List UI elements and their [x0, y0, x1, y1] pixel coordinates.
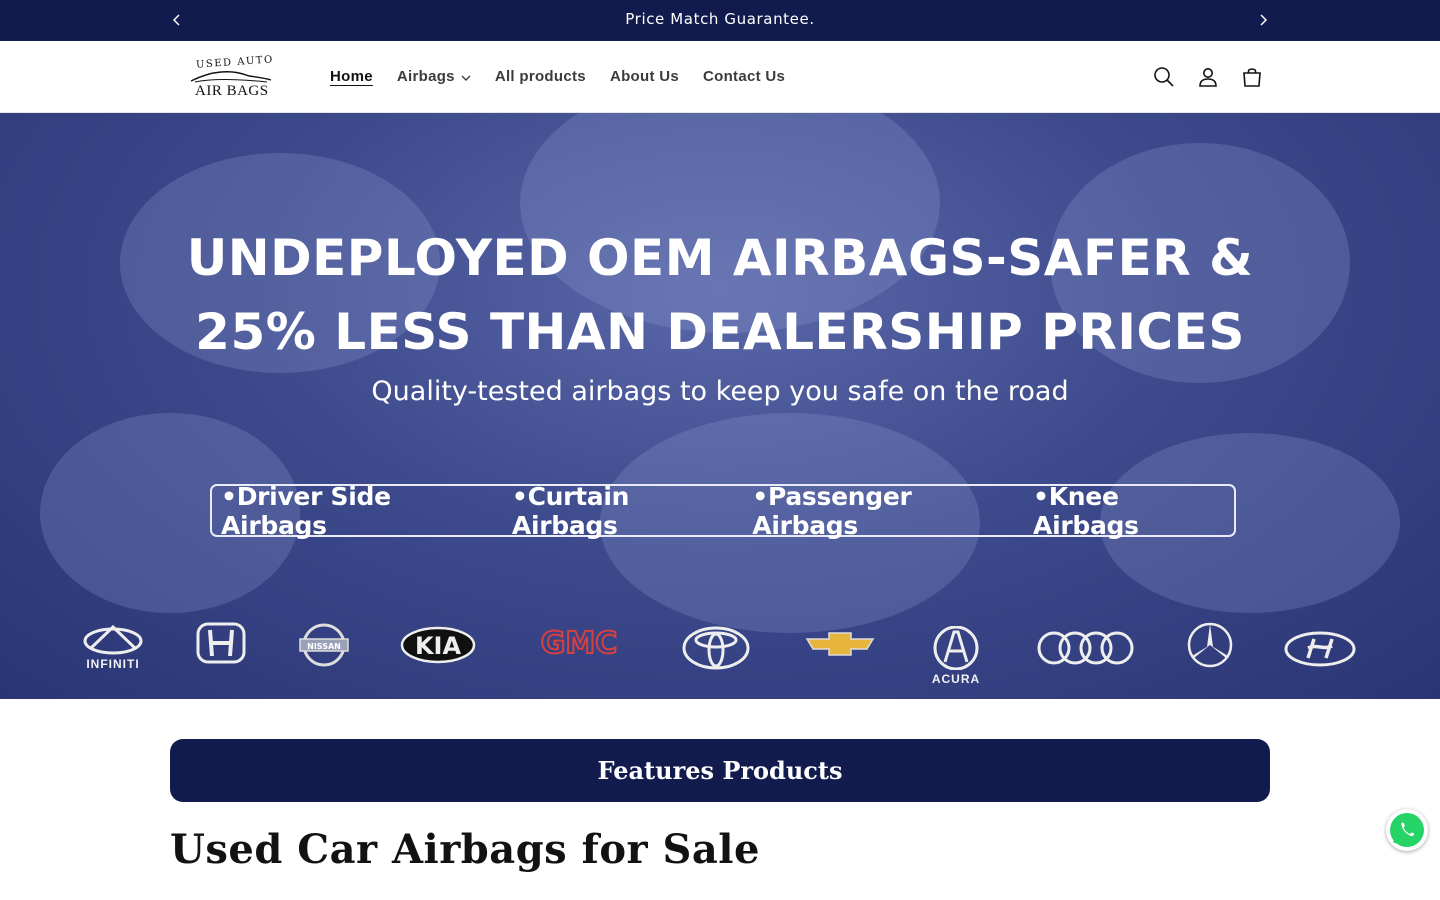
nissan-logo: NISSAN	[299, 623, 349, 667]
kia-logo: KIA	[400, 626, 476, 664]
nav-item-home[interactable]: Home	[330, 68, 373, 85]
mercedes-logo	[1186, 621, 1234, 669]
honda-logo	[196, 622, 246, 664]
category-knee: •Knee Airbags	[1033, 481, 1139, 540]
search-icon[interactable]	[1152, 65, 1176, 89]
nav-item-all-products[interactable]: All products	[495, 68, 586, 85]
nav-label: Contact Us	[703, 68, 786, 85]
nav-item-contact-us[interactable]: Contact Us	[703, 68, 785, 85]
announcement-bar: Price Match Guarantee.	[0, 0, 1440, 41]
logo-bottom-text: AIR BAGS	[195, 83, 269, 99]
airbag-categories: •Driver Side Airbags •Curtain Airbags •P…	[210, 481, 1236, 540]
audi-logo	[1036, 630, 1136, 666]
category-driver-side: •Driver Side Airbags	[221, 481, 391, 540]
site-header: USED AUTO AIR BAGS Home Airbags All prod…	[0, 41, 1440, 113]
hyundai-logo	[1284, 630, 1356, 668]
whatsapp-icon	[1390, 813, 1424, 847]
hero-headline-line1: UNDEPLOYED OEM AIRBAGS-SAFER &	[186, 229, 1254, 287]
chevrolet-logo	[805, 631, 875, 657]
header-icons	[1152, 65, 1284, 89]
hero-headline-line2: 25% LESS THAN DEALERSHIP PRICES	[195, 303, 1245, 361]
svg-text:NISSAN: NISSAN	[307, 642, 341, 651]
toyota-logo	[682, 626, 750, 670]
nav-label: Airbags	[396, 68, 455, 85]
hero-subheadline: Quality-tested airbags to keep you safe …	[371, 376, 1069, 407]
car-silhouette-icon	[190, 71, 272, 83]
chevron-right-icon[interactable]	[1254, 11, 1272, 29]
infiniti-logo: INFINITI	[82, 623, 144, 671]
site-logo[interactable]: USED AUTO AIR BAGS	[186, 54, 276, 101]
cart-icon[interactable]	[1240, 65, 1264, 89]
category-passenger: •Passenger Airbags	[752, 481, 912, 540]
nav-item-airbags[interactable]: Airbags	[397, 68, 471, 85]
section-title: Used Car Airbags for Sale	[170, 826, 760, 873]
hero-banner[interactable]: UNDEPLOYED OEM AIRBAGS-SAFER & 25% LESS …	[0, 113, 1440, 699]
announcement-message: Price Match Guarantee.	[625, 10, 815, 28]
acura-logo: ACURA	[926, 626, 986, 686]
whatsapp-button[interactable]	[1386, 809, 1428, 851]
features-products-label: Features Products	[597, 756, 843, 785]
features-products-banner: Features Products	[170, 739, 1270, 802]
chevron-down-icon	[461, 75, 471, 81]
nav-item-about-us[interactable]: About Us	[610, 68, 679, 85]
svg-text:KIA: KIA	[415, 632, 462, 660]
main-nav: Home Airbags All products About Us Conta…	[330, 68, 809, 85]
nav-label: About Us	[609, 68, 679, 85]
nav-label: All products	[494, 68, 586, 85]
nav-label: Home	[330, 68, 373, 85]
gmc-logo: GMC	[528, 628, 630, 658]
account-icon[interactable]	[1196, 65, 1220, 89]
brand-logos: INFINITI NISSAN KIA GMC ACURA	[0, 618, 1440, 688]
svg-text:GMC: GMC	[541, 628, 618, 658]
category-curtain: •Curtain Airbags	[511, 481, 630, 540]
